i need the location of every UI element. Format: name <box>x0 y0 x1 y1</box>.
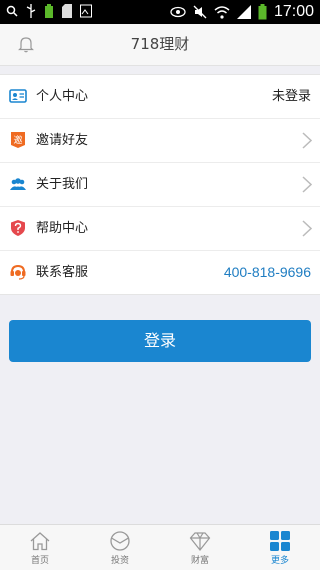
top-bar: 718理财 <box>0 24 320 66</box>
id-card-icon <box>9 89 27 103</box>
tab-label: 首页 <box>30 556 49 566</box>
login-button[interactable]: 登录 <box>9 320 311 362</box>
battery-icon <box>258 4 267 20</box>
tab-label: 更多 <box>270 556 289 566</box>
phone-number-link[interactable]: 400-818-9696 <box>224 251 311 294</box>
tab-invest[interactable]: 投资 <box>80 525 160 570</box>
chevron-right-icon <box>302 132 312 149</box>
people-icon <box>10 178 26 190</box>
home-icon <box>30 532 50 551</box>
menu-item-label: 关于我们 <box>36 177 89 192</box>
eye-icon <box>170 6 186 18</box>
battery-small-icon <box>45 4 53 18</box>
menu-item-invite[interactable]: 邀 邀请好友 <box>0 119 320 163</box>
tab-label: 财富 <box>190 556 209 566</box>
invest-icon <box>110 531 130 551</box>
page-title: 718理财 <box>130 35 190 53</box>
tab-more[interactable]: 更多 <box>240 525 320 570</box>
menu-item-label: 邀请好友 <box>36 133 89 148</box>
status-bar: 17:00 <box>0 0 320 24</box>
menu-item-profile[interactable]: 个人中心 未登录 <box>0 75 320 119</box>
diamond-icon <box>189 532 211 551</box>
image-icon <box>80 4 92 18</box>
menu-item-contact[interactable]: 联系客服 400-818-9696 <box>0 251 320 294</box>
menu-item-label: 个人中心 <box>36 89 89 104</box>
menu-list: 个人中心 未登录 邀 邀请好友 关于我们 帮助中心 联系客服 400-818-9… <box>0 74 320 295</box>
menu-item-label: 联系客服 <box>36 265 89 280</box>
tab-wealth[interactable]: 财富 <box>160 525 240 570</box>
signal-icon <box>236 5 251 19</box>
clock: 17:00 <box>273 3 314 20</box>
tab-label: 投资 <box>110 556 129 566</box>
tab-home[interactable]: 首页 <box>0 525 80 570</box>
usb-icon <box>26 4 36 18</box>
grid-icon <box>270 531 290 551</box>
shield-question-icon <box>11 220 25 236</box>
wifi-icon <box>214 5 230 19</box>
menu-item-help[interactable]: 帮助中心 <box>0 207 320 251</box>
chevron-right-icon <box>302 220 312 237</box>
bottom-tab-bar: 首页 投资 财富 更多 <box>0 524 320 570</box>
login-status: 未登录 <box>271 89 311 104</box>
invite-icon: 邀 <box>11 132 25 148</box>
invite-icon-glyph: 邀 <box>13 134 22 146</box>
headset-icon <box>10 264 26 280</box>
sd-card-icon <box>62 4 72 18</box>
search-icon <box>6 5 18 17</box>
mute-icon <box>193 5 207 19</box>
menu-item-about[interactable]: 关于我们 <box>0 163 320 207</box>
chevron-right-icon <box>302 176 312 193</box>
menu-item-label: 帮助中心 <box>36 221 89 236</box>
